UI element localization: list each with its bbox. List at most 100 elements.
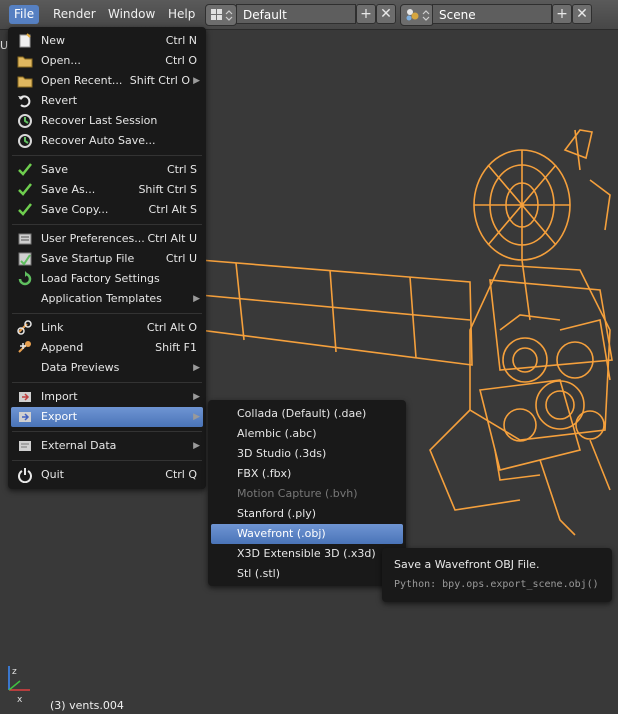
file-menu-item-data-previews[interactable]: Data Previews ▶ — [11, 358, 203, 378]
file-menu-item-open-recent[interactable]: Open Recent... Shift Ctrl O ▶ — [11, 71, 203, 91]
folder-icon — [17, 76, 33, 88]
export-item-stanford-ply[interactable]: Stanford (.ply) — [211, 504, 403, 524]
export-icon — [19, 412, 31, 422]
revert-icon — [18, 95, 31, 108]
menu-item-label: Import — [41, 390, 78, 403]
object-info-label: (3) vents.004 — [50, 699, 124, 712]
file-menu-item-revert[interactable]: Revert — [11, 91, 203, 111]
file-menu-item-save-copy[interactable]: Save Copy... Ctrl Alt S — [11, 200, 203, 220]
close-icon: ✕ — [576, 6, 588, 22]
file-menu-item-load-factory-settings[interactable]: Load Factory Settings — [11, 269, 203, 289]
menu-item-label: Data Previews — [41, 361, 120, 374]
export-item-wavefront-obj[interactable]: Wavefront (.obj) — [211, 524, 403, 544]
menu-separator — [12, 313, 202, 314]
submenu-arrow-icon: ▶ — [193, 441, 200, 451]
menu-separator — [12, 224, 202, 225]
tooltip-title: Save a Wavefront OBJ File. — [394, 558, 540, 571]
file-menu-item-user-preferences[interactable]: User Preferences... Ctrl Alt U — [11, 229, 203, 249]
link-icon — [17, 320, 32, 335]
file-menu-item-append[interactable]: Append Shift F1 — [11, 338, 203, 358]
menu-separator — [12, 460, 202, 461]
menu-item-label: Motion Capture (.bvh) — [237, 487, 358, 500]
file-menu-item-save-startup-file[interactable]: Save Startup File Ctrl U — [11, 249, 203, 269]
menu-separator — [12, 431, 202, 432]
file-menu-item-quit[interactable]: Quit Ctrl Q — [11, 465, 203, 485]
menu-item-label: User Preferences... — [41, 232, 145, 245]
file-menu-item-link[interactable]: Link Ctrl Alt O — [11, 318, 203, 338]
menu-item-label: Alembic (.abc) — [237, 427, 317, 440]
menu-item-label: Link — [41, 321, 64, 334]
file-menu-item-recover-auto-save[interactable]: Recover Auto Save... — [11, 131, 203, 151]
file-menu-item-external-data[interactable]: External Data ▶ — [11, 436, 203, 456]
submenu-arrow-icon: ▶ — [193, 76, 200, 86]
file-menu-item-export[interactable]: Export ▶ — [11, 407, 203, 427]
export-item-collada-default-dae[interactable]: Collada (Default) (.dae) — [211, 404, 403, 424]
menu-item-label: 3D Studio (.3ds) — [237, 447, 327, 460]
menu-help[interactable]: Help — [163, 5, 200, 24]
menu-separator — [12, 155, 202, 156]
export-item-3d-studio-3ds[interactable]: 3D Studio (.3ds) — [211, 444, 403, 464]
menu-item-label: Stl (.stl) — [237, 567, 281, 580]
file-menu-item-save[interactable]: Save Ctrl S — [11, 160, 203, 180]
import-icon — [19, 392, 31, 402]
submenu-arrow-icon: ▶ — [193, 363, 200, 373]
save-icon — [18, 252, 32, 266]
menu-item-label: Recover Auto Save... — [41, 134, 156, 147]
external-data-icon — [19, 441, 31, 451]
menu-item-label: Save — [41, 163, 69, 176]
close-icon: ✕ — [380, 6, 392, 22]
menu-item-shortcut: Ctrl O — [165, 54, 197, 67]
menu-item-label: Export — [41, 410, 78, 423]
layout-icon — [211, 9, 233, 21]
file-menu-item-application-templates[interactable]: Application Templates ▶ — [11, 289, 203, 309]
export-item-motion-capture-bvh[interactable]: Motion Capture (.bvh) — [211, 484, 403, 504]
menu-file[interactable]: File — [9, 5, 40, 24]
check-icon — [18, 163, 32, 176]
file-menu-item-save-as[interactable]: Save As... Shift Ctrl S — [11, 180, 203, 200]
menu-item-shortcut: Ctrl Q — [165, 468, 197, 481]
plus-icon: + — [556, 6, 568, 22]
export-item-stl-stl[interactable]: Stl (.stl) — [211, 564, 403, 584]
export-item-alembic-abc[interactable]: Alembic (.abc) — [211, 424, 403, 444]
delete-scene-button[interactable]: ✕ — [572, 4, 592, 24]
load-icon — [18, 271, 32, 286]
menu-item-label: Revert — [41, 94, 78, 107]
menu-item-label: Save Copy... — [41, 203, 109, 216]
export-item-fbx-fbx[interactable]: FBX (.fbx) — [211, 464, 403, 484]
folder-icon — [17, 56, 33, 68]
tooltip-python: Python: bpy.ops.export_scene.obj() — [394, 579, 599, 590]
menu-item-label: Open Recent... — [41, 74, 123, 87]
check-icon — [18, 203, 32, 216]
menu-item-label: Collada (Default) (.dae) — [237, 407, 367, 420]
menu-window[interactable]: Window — [103, 5, 160, 24]
menu-item-shortcut: Ctrl Alt O — [146, 321, 197, 334]
scene-name-field[interactable]: Scene — [432, 4, 552, 24]
menu-item-label: Load Factory Settings — [41, 272, 160, 285]
file-menu-item-import[interactable]: Import ▶ — [11, 387, 203, 407]
scene-selector-button[interactable] — [400, 4, 434, 26]
submenu-arrow-icon: ▶ — [193, 412, 200, 422]
add-layout-button[interactable]: + — [356, 4, 376, 24]
recover-icon — [18, 134, 32, 148]
menu-item-label: Wavefront (.obj) — [237, 527, 326, 540]
top-header: File Render Window Help Default + ✕ Scen… — [0, 0, 618, 30]
svg-text:z: z — [12, 667, 17, 677]
file-menu-item-new[interactable]: New Ctrl N — [11, 31, 203, 51]
file-menu: New Ctrl N Open... Ctrl O Open Recent... Shif… — [8, 27, 206, 489]
menu-render[interactable]: Render — [48, 5, 101, 24]
add-scene-button[interactable]: + — [552, 4, 572, 24]
export-item-x3d-extensible-3d-x3d[interactable]: X3D Extensible 3D (.x3d) — [211, 544, 403, 564]
screen-layout-button[interactable] — [205, 4, 237, 26]
check-icon — [18, 183, 32, 196]
new-file-icon — [19, 33, 31, 48]
menu-item-shortcut: Shift Ctrl S — [138, 183, 197, 196]
scene-icon — [406, 9, 430, 21]
menu-item-shortcut: Shift Ctrl O — [129, 74, 190, 87]
delete-layout-button[interactable]: ✕ — [376, 4, 396, 24]
layout-name-field[interactable]: Default — [236, 4, 356, 24]
menu-item-label: FBX (.fbx) — [237, 467, 292, 480]
menu-item-label: External Data — [41, 439, 117, 452]
menu-item-label: Quit — [41, 468, 64, 481]
file-menu-item-recover-last-session[interactable]: Recover Last Session — [11, 111, 203, 131]
file-menu-item-open[interactable]: Open... Ctrl O — [11, 51, 203, 71]
